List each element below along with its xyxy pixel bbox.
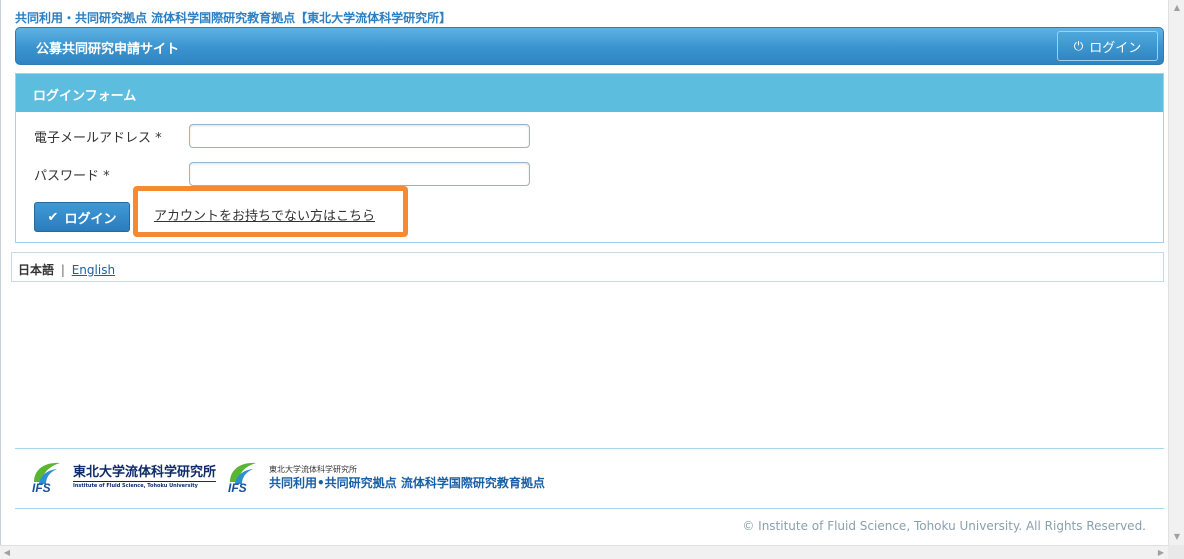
footer-divider-bottom: [15, 508, 1164, 509]
power-icon: ⏻: [1073, 38, 1084, 53]
footer-logo-2: IFS 東北大学流体科学研究所 共同利用•共同研究拠点 流体科学国際研究教育拠点: [226, 460, 545, 494]
site-top-title[interactable]: 共同利用・共同研究拠点 流体科学国際研究教育拠点【東北大学流体科学研究所】: [15, 9, 451, 26]
footer-logo-1-ja: 東北大学流体科学研究所: [73, 464, 217, 482]
email-row: 電子メールアドレス *: [34, 124, 530, 148]
login-submit-button[interactable]: ✔ ログイン: [34, 202, 130, 232]
password-label: パスワード *: [34, 168, 110, 184]
site-title[interactable]: 公募共同研究申請サイト: [36, 38, 179, 57]
password-row: パスワード *: [34, 162, 530, 186]
ifs-logo-icon: IFS: [30, 460, 67, 494]
ifs-logo-icon: IFS: [226, 460, 263, 494]
horizontal-scrollbar[interactable]: ◀ ▶: [0, 545, 1168, 559]
header-login-label: ログイン: [1089, 40, 1142, 56]
password-field[interactable]: [189, 162, 530, 186]
signup-highlight-box: アカウントをお持ちでない方はこちら: [133, 186, 408, 237]
language-bar: 日本語 | English: [11, 252, 1164, 282]
site-header: 公募共同研究申請サイト ⏻ ログイン: [15, 27, 1164, 65]
signup-link[interactable]: アカウントをお持ちでない方はこちら: [154, 205, 375, 224]
email-label: 電子メールアドレス *: [34, 130, 162, 146]
footer-logos: IFS 東北大学流体科学研究所 Institute of Fluid Scien…: [30, 458, 545, 496]
scroll-left-arrow-icon[interactable]: ◀: [0, 546, 14, 559]
scroll-up-arrow-icon[interactable]: ▲: [1169, 0, 1184, 16]
footer-divider-top: [15, 448, 1164, 449]
check-icon: ✔: [47, 209, 59, 225]
footer-logo-2-text: 東北大学流体科学研究所 共同利用•共同研究拠点 流体科学国際研究教育拠点: [269, 464, 545, 490]
language-separator: |: [60, 263, 65, 277]
vertical-scrollbar[interactable]: ▲ ▼: [1168, 0, 1184, 545]
scroll-right-arrow-icon[interactable]: ▶: [1154, 546, 1168, 559]
footer-logo-1-en: Institute of Fluid Science, Tohoku Unive…: [73, 482, 198, 489]
login-form-heading: ログインフォーム: [16, 74, 1163, 112]
svg-text:IFS: IFS: [228, 481, 247, 494]
language-current: 日本語: [18, 263, 55, 277]
header-login-button[interactable]: ⏻ ログイン: [1057, 31, 1158, 61]
scroll-down-arrow-icon[interactable]: ▼: [1169, 529, 1184, 545]
footer-logo-1: 東北大学流体科学研究所 Institute of Fluid Science, …: [73, 464, 217, 489]
language-english-link[interactable]: English: [72, 263, 115, 277]
copyright-text: © Institute of Fluid Science, Tohoku Uni…: [742, 519, 1146, 533]
page-viewport: 共同利用・共同研究拠点 流体科学国際研究教育拠点【東北大学流体科学研究所】 公募…: [0, 0, 1168, 545]
footer-logo-2-big: 共同利用•共同研究拠点 流体科学国際研究教育拠点: [269, 475, 545, 490]
svg-text:IFS: IFS: [32, 481, 51, 494]
scrollbar-corner: [1168, 545, 1184, 559]
footer-logo-2-small: 東北大学流体科学研究所: [269, 464, 358, 474]
email-field[interactable]: [189, 124, 530, 148]
login-form-panel: ログインフォーム 電子メールアドレス * パスワード * ✔ ログイン アカウン…: [15, 73, 1164, 243]
login-submit-label: ログイン: [64, 211, 117, 227]
